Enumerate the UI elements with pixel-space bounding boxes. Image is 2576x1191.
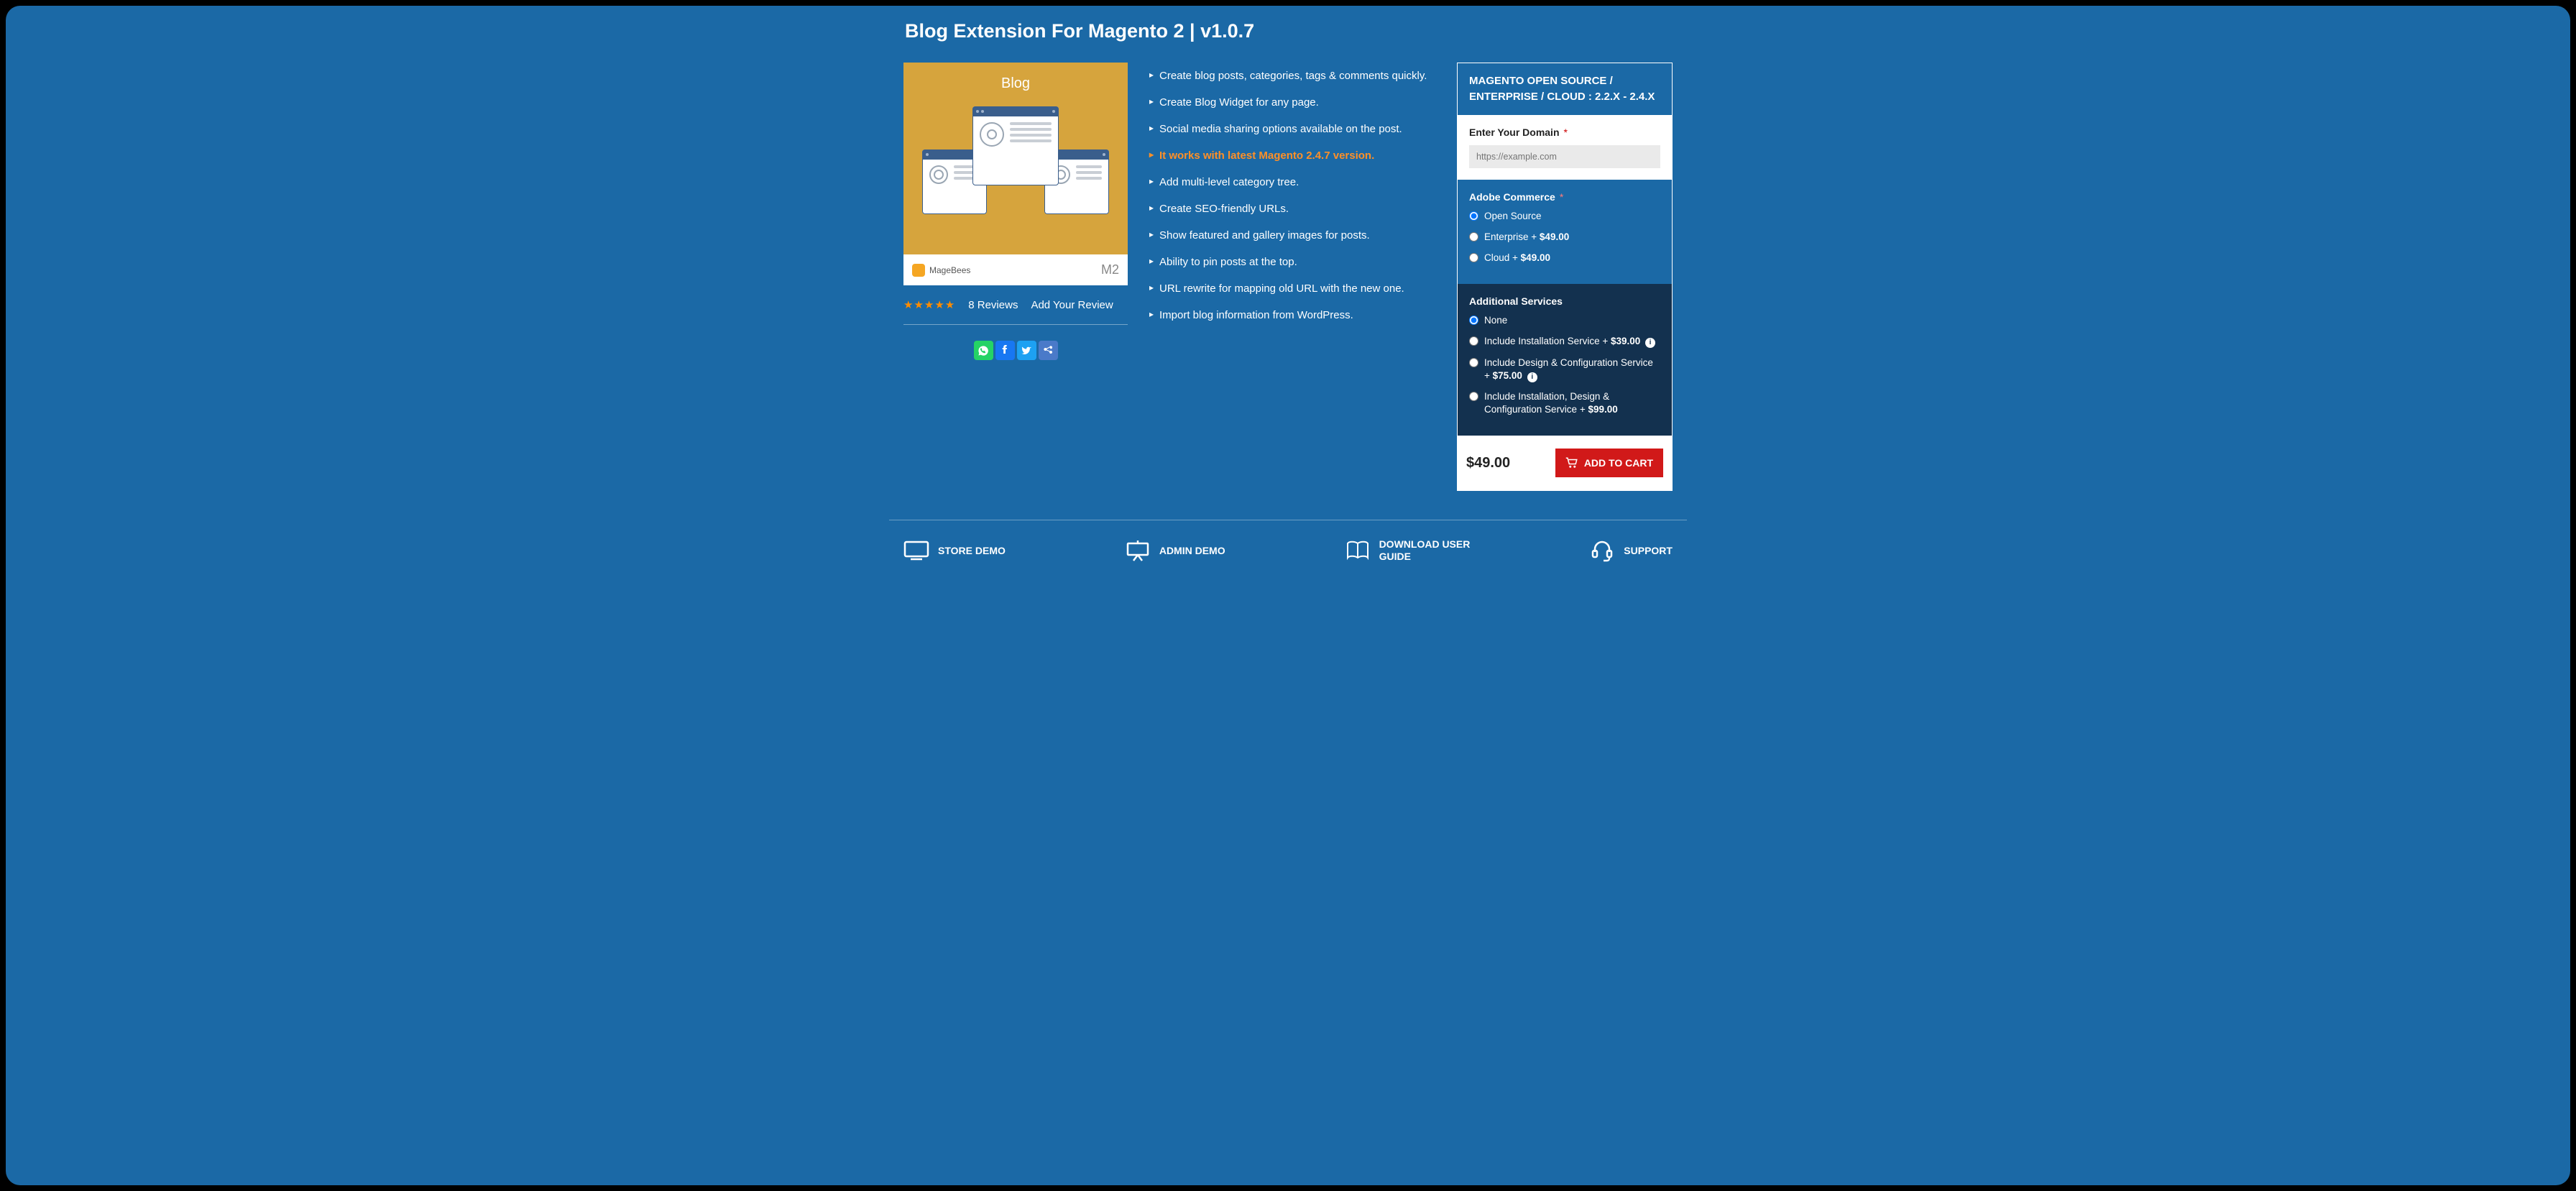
service-radio[interactable] xyxy=(1469,392,1478,401)
add-review-link[interactable]: Add Your Review xyxy=(1031,299,1113,311)
adobe-commerce-label: Adobe Commerce* xyxy=(1469,191,1660,203)
resource-link-headset[interactable]: SUPPORT xyxy=(1589,538,1673,563)
domain-label: Enter Your Domain* xyxy=(1469,127,1660,138)
feature-item: Import blog information from WordPress. xyxy=(1149,302,1435,328)
price: $49.00 xyxy=(1466,455,1510,472)
additional-services-label: Additional Services xyxy=(1469,295,1660,307)
resource-label: STORE DEMO xyxy=(938,545,1006,557)
features-list: Create blog posts, categories, tags & co… xyxy=(1149,63,1435,328)
resource-link-easel[interactable]: ADMIN DEMO xyxy=(1125,538,1225,563)
mockup-window-center xyxy=(972,106,1059,185)
adobe-radio[interactable] xyxy=(1469,232,1478,242)
book-icon xyxy=(1345,539,1371,562)
reviews-link[interactable]: 8 Reviews xyxy=(968,299,1018,311)
add-to-cart-button[interactable]: ADD TO CART xyxy=(1555,449,1663,477)
product-image: Blog xyxy=(903,63,1128,285)
feature-item: Ability to pin posts at the top. xyxy=(1149,249,1435,275)
resource-link-monitor[interactable]: STORE DEMO xyxy=(903,538,1006,563)
twitter-icon[interactable] xyxy=(1017,341,1036,360)
service-option[interactable]: None xyxy=(1469,314,1660,327)
feature-item: Add multi-level category tree. xyxy=(1149,169,1435,196)
bee-icon xyxy=(912,264,925,277)
resource-label: ADMIN DEMO xyxy=(1159,545,1225,557)
cart-icon xyxy=(1565,457,1578,469)
feature-item: Social media sharing options available o… xyxy=(1149,116,1435,142)
service-radio[interactable] xyxy=(1469,316,1478,325)
brand-label: MageBees xyxy=(912,264,970,277)
adobe-option[interactable]: Cloud + $49.00 xyxy=(1469,252,1660,265)
whatsapp-icon[interactable] xyxy=(974,341,993,360)
feature-item: Create blog posts, categories, tags & co… xyxy=(1149,63,1435,89)
domain-input[interactable] xyxy=(1469,145,1660,168)
feature-item: Create SEO-friendly URLs. xyxy=(1149,196,1435,222)
adobe-radio[interactable] xyxy=(1469,211,1478,221)
service-radio[interactable] xyxy=(1469,336,1478,346)
adobe-radio[interactable] xyxy=(1469,253,1478,262)
feature-item: URL rewrite for mapping old URL with the… xyxy=(1149,275,1435,302)
info-icon[interactable]: i xyxy=(1645,338,1655,348)
page-title: Blog Extension For Magento 2 | v1.0.7 xyxy=(905,20,1673,42)
service-option[interactable]: Include Installation, Design & Configura… xyxy=(1469,390,1660,416)
sidebar-header: MAGENTO OPEN SOURCE / ENTERPRISE / CLOUD… xyxy=(1458,63,1672,115)
adobe-option[interactable]: Enterprise + $49.00 xyxy=(1469,231,1660,244)
adobe-option[interactable]: Open Source xyxy=(1469,210,1660,223)
m2-badge: M2 xyxy=(1101,262,1119,277)
service-radio[interactable] xyxy=(1469,358,1478,367)
feature-item: It works with latest Magento 2.4.7 versi… xyxy=(1149,142,1435,169)
resource-label: DOWNLOAD USERGUIDE xyxy=(1379,538,1471,563)
facebook-icon[interactable] xyxy=(995,341,1015,360)
easel-icon xyxy=(1125,539,1151,562)
headset-icon xyxy=(1589,539,1615,562)
service-option[interactable]: Include Design & Configuration Service +… xyxy=(1469,357,1660,382)
monitor-icon xyxy=(903,539,929,562)
star-rating: ★★★★★ xyxy=(903,298,955,311)
feature-item: Show featured and gallery images for pos… xyxy=(1149,222,1435,249)
service-option[interactable]: Include Installation Service + $39.00 i xyxy=(1469,335,1660,348)
feature-item: Create Blog Widget for any page. xyxy=(1149,89,1435,116)
share-icon[interactable] xyxy=(1039,341,1058,360)
resource-link-book[interactable]: DOWNLOAD USERGUIDE xyxy=(1345,538,1471,563)
info-icon[interactable]: i xyxy=(1527,372,1537,382)
product-image-title: Blog xyxy=(1001,75,1030,92)
resource-label: SUPPORT xyxy=(1624,545,1673,557)
purchase-sidebar: MAGENTO OPEN SOURCE / ENTERPRISE / CLOUD… xyxy=(1457,63,1673,491)
